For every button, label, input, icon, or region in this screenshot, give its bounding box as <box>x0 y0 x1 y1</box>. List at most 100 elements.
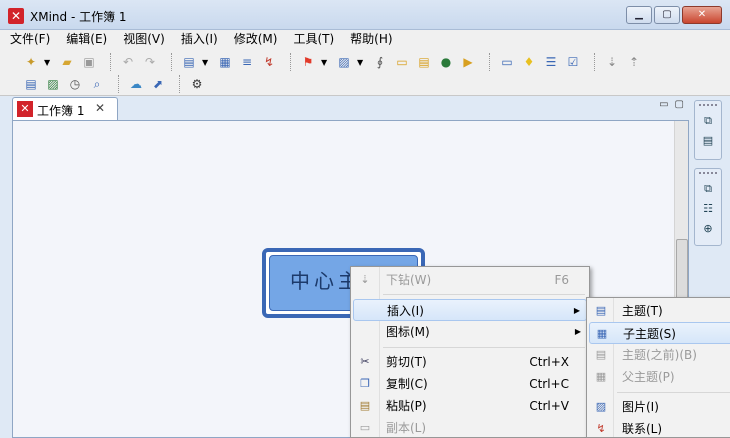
menu-item-shortcut: Ctrl+V <box>529 399 569 413</box>
subtopic-icon: ▦ <box>596 327 608 340</box>
panel-grip[interactable] <box>699 104 717 110</box>
xmind-logo-icon: ✕ <box>8 8 24 24</box>
menu-edit[interactable]: 编辑(E) <box>56 30 113 48</box>
context-menu: ⇣ 下钻(W) F6 插入(I) ▶ 图标(M) ▶ ✂ 剪切(T) Ctrl+… <box>350 266 590 438</box>
export-icon[interactable]: ⬈ <box>149 75 167 93</box>
toolbar-row-2: ▤ ▨ ◷ ⌕ ☁ ⬈ ⚙ <box>22 73 210 95</box>
topic-before-icon: ▤ <box>595 348 607 361</box>
close-icon[interactable]: ✕ <box>95 101 105 115</box>
menu-view[interactable]: 视图(V) <box>113 30 171 48</box>
relationship-icon[interactable]: ↯ <box>260 53 278 71</box>
menu-item-shortcut: Ctrl+X <box>529 355 569 369</box>
duplicate-icon: ▭ <box>359 421 371 434</box>
menu-item-insert[interactable]: 插入(I) ▶ <box>353 299 587 321</box>
save-icon[interactable]: ▣ <box>80 53 98 71</box>
overview-zoom-icon[interactable]: ⊕ <box>699 222 717 238</box>
sheet-icon[interactable]: ▤ <box>22 75 40 93</box>
topic-icon: ▤ <box>595 304 607 317</box>
outline-view-icon[interactable]: ▤ <box>699 134 717 150</box>
search-icon[interactable]: ⌕ <box>88 75 106 93</box>
attachment-icon[interactable]: ∮ <box>371 53 389 71</box>
hyperlink-globe-icon[interactable]: ● <box>437 53 455 71</box>
flag-marker-icon[interactable]: ⚑ <box>299 53 317 71</box>
menu-insert[interactable]: 插入(I) <box>171 30 224 48</box>
menu-item-label: 副本(L) <box>386 421 427 435</box>
menu-item-label: 主题(之前)(B) <box>622 348 697 362</box>
close-icon[interactable]: ✕ <box>682 6 722 24</box>
audio-icon[interactable]: ▶ <box>459 53 477 71</box>
new-dropdown-icon[interactable]: ▼ <box>44 58 54 67</box>
submenu-item-parent-topic[interactable]: ▦ 父主题(P) <box>589 366 730 388</box>
new-icon[interactable]: ✦ <box>22 53 40 71</box>
clock-icon[interactable]: ◷ <box>66 75 84 93</box>
scissors-icon: ✂ <box>360 355 370 368</box>
redo-icon[interactable]: ↷ <box>141 53 159 71</box>
summary-icon[interactable]: ≡ <box>238 53 256 71</box>
paste-icon: ▤ <box>359 399 371 412</box>
toolbar-separator <box>118 75 119 93</box>
menu-item-label: 下钻(W) <box>386 273 432 287</box>
menu-item-label: 主题(T) <box>622 304 663 318</box>
toolbar-separator <box>594 53 595 71</box>
submenu-item-topic[interactable]: ▤ 主题(T) <box>589 300 730 322</box>
tab-label: 工作簿 1 <box>37 104 85 118</box>
copy-icon: ❐ <box>360 377 370 390</box>
undo-icon[interactable]: ↶ <box>119 53 137 71</box>
menu-item-shortcut: F6 <box>554 273 569 287</box>
upload-cloud-icon[interactable]: ☁ <box>127 75 145 93</box>
submenu-item-topic-before[interactable]: ▤ 主题(之前)(B) <box>589 344 730 366</box>
menu-bar: 文件(F) 编辑(E) 视图(V) 插入(I) 修改(M) 工具(T) 帮助(H… <box>0 30 730 48</box>
open-folder-icon[interactable]: ▰ <box>58 53 76 71</box>
image-icon: ▨ <box>595 400 607 413</box>
menu-separator <box>383 294 585 295</box>
submenu-arrow-icon: ▶ <box>574 327 581 336</box>
maximize-icon[interactable]: ▢ <box>654 6 680 24</box>
properties-icon[interactable]: ☷ <box>699 202 717 218</box>
submenu-item-relationship[interactable]: ↯ 联系(L) <box>589 418 730 438</box>
menu-separator <box>383 347 585 348</box>
idea-bulb-icon[interactable]: ♦ <box>520 53 538 71</box>
task-icon[interactable]: ☑ <box>564 53 582 71</box>
menu-item-drill-down[interactable]: ⇣ 下钻(W) F6 <box>353 269 587 291</box>
toolbar-separator <box>110 53 111 71</box>
restore-icon[interactable]: ⧉ <box>699 182 717 198</box>
menu-item-copy[interactable]: ❐ 复制(C) Ctrl+C <box>353 373 587 395</box>
window-title: XMind - 工作簿 1 <box>30 10 127 24</box>
menu-separator <box>617 392 730 393</box>
submenu-arrow-icon: ▶ <box>573 306 580 315</box>
picture-icon[interactable]: ▨ <box>44 75 62 93</box>
label-icon[interactable]: ▭ <box>393 53 411 71</box>
panel-grip[interactable] <box>699 172 717 178</box>
submenu-item-image[interactable]: ▨ 图片(I) <box>589 396 730 418</box>
scrollbar-thumb[interactable] <box>676 239 688 299</box>
gear-icon[interactable]: ⚙ <box>188 75 206 93</box>
insert-topic-icon[interactable]: ▤ <box>180 53 198 71</box>
minimize-icon[interactable]: ▁ <box>626 6 652 24</box>
marker-dropdown-icon[interactable]: ▼ <box>321 58 331 67</box>
title-bar: ✕ XMind - 工作簿 1 ▁ ▢ ✕ <box>0 0 730 30</box>
menu-modify[interactable]: 修改(M) <box>224 30 284 48</box>
drill-up-icon[interactable]: ⇡ <box>625 53 643 71</box>
drill-down-icon: ⇣ <box>360 273 370 286</box>
toolbar-separator <box>290 53 291 71</box>
menu-help[interactable]: 帮助(H) <box>340 30 398 48</box>
image-dropdown-icon[interactable]: ▼ <box>357 58 367 67</box>
view-controls[interactable]: ▭▢ <box>659 99 690 110</box>
presentation-icon[interactable]: ▭ <box>498 53 516 71</box>
boundary-icon[interactable]: ▦ <box>216 53 234 71</box>
insert-topic-dropdown-icon[interactable]: ▼ <box>202 58 212 67</box>
notes-icon[interactable]: ▤ <box>415 53 433 71</box>
menu-item-cut[interactable]: ✂ 剪切(T) Ctrl+X <box>353 351 587 373</box>
outline-icon[interactable]: ☰ <box>542 53 560 71</box>
menu-item-icon[interactable]: 图标(M) ▶ <box>353 321 587 343</box>
image-icon[interactable]: ▨ <box>335 53 353 71</box>
menu-item-duplicate[interactable]: ▭ 副本(L) <box>353 417 587 438</box>
menu-item-label: 联系(L) <box>622 422 663 436</box>
menu-file[interactable]: 文件(F) <box>0 30 56 48</box>
menu-tools[interactable]: 工具(T) <box>283 30 340 48</box>
menu-item-paste[interactable]: ▤ 粘贴(P) Ctrl+V <box>353 395 587 417</box>
restore-icon[interactable]: ⧉ <box>699 114 717 130</box>
tab-workbook-1[interactable]: ✕ 工作簿 1 ✕ <box>12 97 118 120</box>
submenu-item-subtopic[interactable]: ▦ 子主题(S) <box>589 322 730 344</box>
drill-down-icon[interactable]: ⇣ <box>603 53 621 71</box>
